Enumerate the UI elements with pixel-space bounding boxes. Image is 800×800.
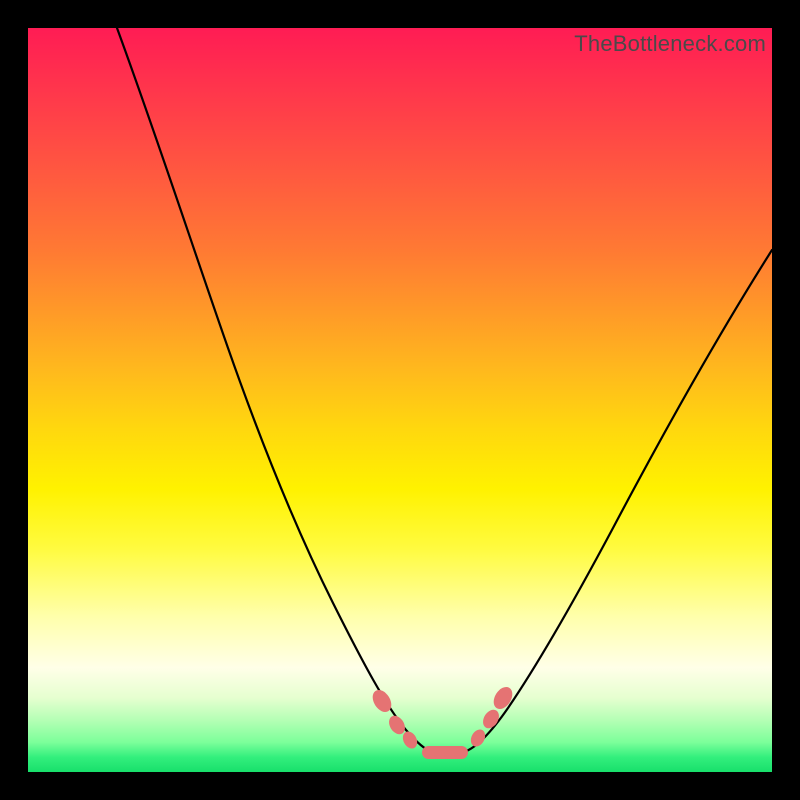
curve-left-branch <box>117 28 432 752</box>
plot-area: TheBottleneck.com <box>28 28 772 772</box>
watermark-text: TheBottleneck.com <box>574 31 766 57</box>
marker-pill <box>422 746 468 759</box>
chart-container: TheBottleneck.com <box>0 0 800 800</box>
marker-dot <box>490 684 516 713</box>
curve-layer <box>28 28 772 772</box>
curve-right-branch <box>464 250 772 752</box>
